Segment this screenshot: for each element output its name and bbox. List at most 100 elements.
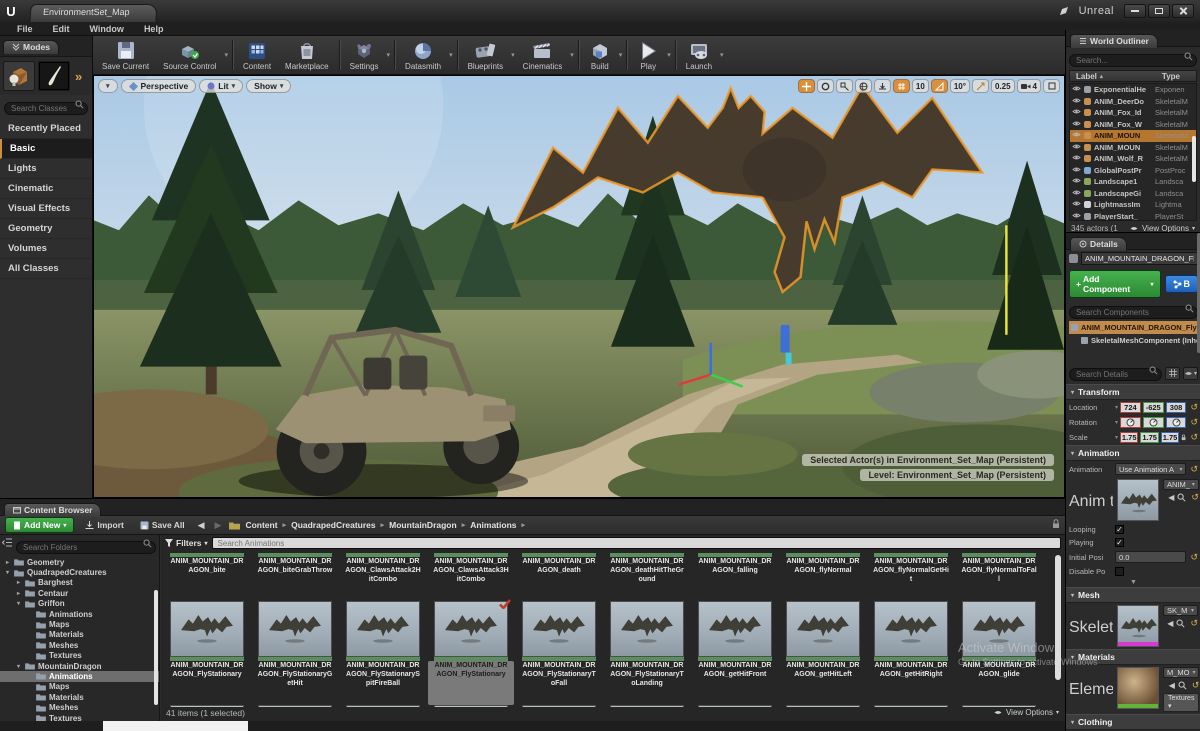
feedback-icon[interactable] <box>1059 6 1069 16</box>
outliner-search-input[interactable] <box>1069 54 1197 67</box>
asset-thumbnail[interactable] <box>698 601 772 657</box>
animation-mode-dropdown[interactable]: Use Animation A▾ <box>1115 463 1186 475</box>
modes-category[interactable]: Recently Placed <box>0 119 92 139</box>
datasmith-caret-icon[interactable]: ▾ <box>448 51 454 59</box>
asset-tile[interactable]: ANIM_MOUNTAIN_DRAGON_flyNormal <box>780 553 866 657</box>
asset-thumbnail[interactable] <box>522 601 596 657</box>
folder-tree-item[interactable]: Materials <box>0 630 159 640</box>
visibility-eye-icon[interactable] <box>1072 200 1081 209</box>
settings-caret-icon[interactable]: ▾ <box>386 51 392 59</box>
visibility-eye-icon[interactable] <box>1072 85 1081 94</box>
asset-tile[interactable]: ANIM_MOUNTAIN_DRAGON_FlyStationarySpitFi… <box>340 657 426 707</box>
lock-icon[interactable] <box>1052 516 1060 534</box>
reset-material-button[interactable]: ↺ <box>1192 680 1200 691</box>
outliner-row[interactable]: LandscapeGi Landsca <box>1070 188 1196 200</box>
outliner-row[interactable]: ANIM_MOUN SkeletalM <box>1070 130 1196 142</box>
animation-asset-dropdown[interactable]: ANIM_▾ <box>1163 479 1199 490</box>
grid-snap-toggle[interactable] <box>893 79 910 93</box>
transform-section-header[interactable]: ▾ Transform <box>1066 384 1200 400</box>
rotation-snap-value[interactable]: 10° <box>950 79 970 93</box>
outliner-row[interactable]: GlobalPostPr PostProc <box>1070 165 1196 177</box>
filters-button[interactable]: Filters▾ <box>165 538 208 548</box>
visibility-eye-icon[interactable] <box>1072 131 1081 140</box>
source-control-button[interactable]: Source Control <box>156 37 223 73</box>
content-browser-tab[interactable]: Content Browser <box>4 503 101 517</box>
asset-tile[interactable]: ANIM_MOUNTAIN_DRAGON_death <box>516 553 602 657</box>
menu-item[interactable]: Edit <box>44 24 79 34</box>
visibility-eye-icon[interactable] <box>1072 108 1081 117</box>
folder-tree-scrollbar[interactable] <box>154 590 158 705</box>
world-outliner-tab[interactable]: World Outliner <box>1070 34 1158 48</box>
outliner-row[interactable]: LightmassIm Lightma <box>1070 199 1196 211</box>
browse-to-asset-icon[interactable] <box>1178 681 1187 690</box>
maximize-viewport-button[interactable] <box>1043 79 1060 93</box>
asset-view-options-button[interactable]: View Options▾ <box>993 708 1059 717</box>
rotation-x-dial[interactable] <box>1120 417 1141 428</box>
datasmith-button[interactable]: Datasmith <box>398 37 448 73</box>
world-local-toggle[interactable] <box>855 79 872 93</box>
reset-mesh-button[interactable]: ↺ <box>1190 618 1198 629</box>
modes-category[interactable]: All Classes <box>0 259 92 279</box>
playing-checkbox[interactable]: ✓ <box>1115 538 1124 547</box>
outliner-row[interactable]: ANIM_DeerDo SkeletalM <box>1070 96 1196 108</box>
asset-thumbnail[interactable] <box>434 601 508 657</box>
asset-thumbnail[interactable] <box>962 601 1036 657</box>
asset-grid-scrollbar[interactable] <box>1055 555 1061 680</box>
save-current-button[interactable]: Save Current <box>95 37 156 73</box>
outliner-row[interactable]: ExponentialHe Exponen <box>1070 84 1196 96</box>
visibility-eye-icon[interactable] <box>1072 154 1081 163</box>
surface-snap-button[interactable] <box>874 79 891 93</box>
blueprint-script-button[interactable]: B <box>1165 275 1199 293</box>
asset-tile[interactable]: ANIM_MOUNTAIN_DRAGON_FlyStationary <box>428 657 514 707</box>
asset-tile[interactable]: ANIM_MOUNTAIN_DRAGON_getHitRight <box>868 657 954 707</box>
visibility-eye-icon[interactable] <box>1072 143 1081 152</box>
modes-category[interactable]: Visual Effects <box>0 199 92 219</box>
textures-button[interactable]: Textures ▾ <box>1163 693 1199 712</box>
outliner-row[interactable]: Landscape1 Landsca <box>1070 176 1196 188</box>
mesh-section-header[interactable]: ▾ Mesh <box>1066 587 1200 603</box>
search-folders-input[interactable] <box>16 541 156 554</box>
folder-tree-item[interactable]: Maps <box>0 619 159 629</box>
content-button[interactable]: Content <box>236 37 278 73</box>
modes-tab[interactable]: Modes <box>3 40 59 54</box>
asset-tile[interactable]: ANIM_MOUNTAIN_DRAGON_falling <box>692 553 778 657</box>
asset-tile[interactable]: ANIM_MOUNTAIN_DRAGON_FlyStationaryGetHit <box>252 657 338 707</box>
visibility-eye-icon[interactable] <box>1072 212 1081 221</box>
component-row[interactable]: SkeletalMeshComponent (Inherite <box>1069 334 1198 347</box>
back-button[interactable]: ◀ <box>196 520 207 531</box>
viewport[interactable]: ▾ Perspective Lit▾ Show▾ <box>93 75 1065 498</box>
animation-section-header[interactable]: ▾ Animation <box>1066 445 1200 461</box>
material-dropdown[interactable]: M_MO▾ <box>1163 667 1199 678</box>
breadcrumb-item[interactable]: Animations <box>470 520 516 530</box>
location-x-field[interactable]: 724 <box>1120 402 1141 413</box>
folder-tree-item[interactable]: ▾ MountainDragon <box>0 661 159 671</box>
outliner-row[interactable]: ANIM_Fox_W SkeletalM <box>1070 119 1196 131</box>
browse-to-asset-icon[interactable] <box>1176 619 1185 628</box>
reset-animation-mode-button[interactable]: ↺ <box>1190 464 1198 475</box>
section-expander-icon[interactable]: ▼ <box>1066 578 1200 587</box>
horizontal-scrollbar-thumb[interactable] <box>103 721 248 731</box>
forward-button[interactable]: ▶ <box>213 520 224 531</box>
sources-toggle-icon[interactable] <box>2 538 13 549</box>
expand-arrow-icon[interactable]: ▸ <box>15 590 22 597</box>
folder-tree-item[interactable]: Meshes <box>0 702 159 712</box>
visibility-eye-icon[interactable] <box>1072 97 1081 106</box>
asset-tile[interactable]: ANIM_MOUNTAIN_DRAGON_FlyStationary <box>164 657 250 707</box>
asset-thumbnail[interactable] <box>786 601 860 657</box>
cinematics-caret-icon[interactable]: ▾ <box>569 51 575 59</box>
asset-tile[interactable]: ANIM_MOUNTAIN_DRAGON_FlyStationaryToFall <box>516 657 602 707</box>
launch-button[interactable]: Launch <box>679 37 719 73</box>
material-thumbnail[interactable] <box>1117 667 1159 709</box>
search-components-input[interactable] <box>1069 306 1198 319</box>
use-selected-asset-icon[interactable]: ◀ <box>1167 619 1173 628</box>
visibility-eye-icon[interactable] <box>1072 189 1081 198</box>
scale-x-field[interactable]: 1.75 <box>1120 432 1138 443</box>
materials-section-header[interactable]: ▾ Materials <box>1066 649 1200 665</box>
build-caret-icon[interactable]: ▾ <box>618 51 624 59</box>
rotation-y-dial[interactable] <box>1143 417 1164 428</box>
modes-category[interactable]: Cinematic <box>0 179 92 199</box>
cinematics-button[interactable]: Cinematics <box>516 37 570 73</box>
expand-arrow-icon[interactable]: ▾ <box>15 663 22 670</box>
folder-tree-item[interactable]: ▸ Centaur <box>0 588 159 598</box>
level-tab[interactable]: EnvironmentSet_Map <box>29 4 157 22</box>
